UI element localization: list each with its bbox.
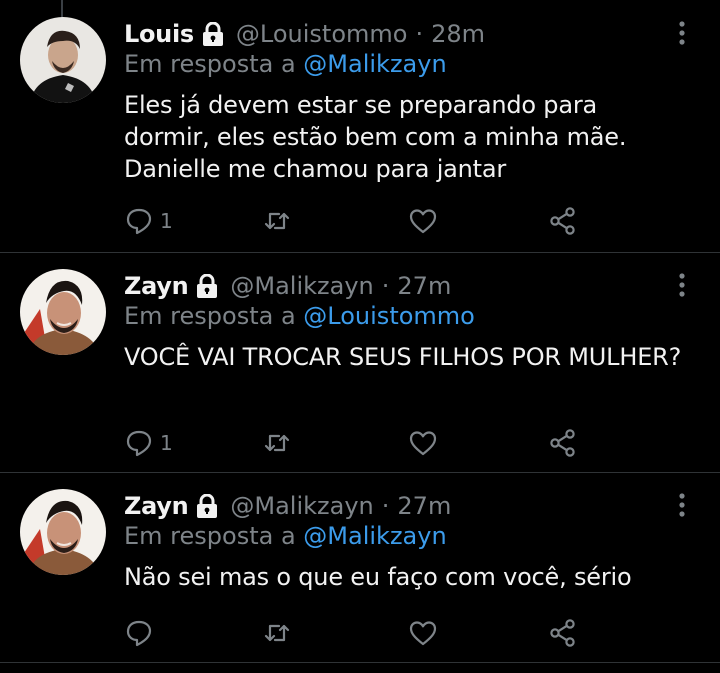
handle[interactable]: @Louistommo — [236, 20, 408, 48]
reply-context: Em resposta a @Malikzayn — [124, 50, 447, 78]
tweet-header: Zayn @Malikzayn · 27m — [124, 269, 451, 303]
reply-icon — [126, 620, 152, 647]
reply-context: Em resposta a @Malikzayn — [124, 522, 447, 550]
timestamp[interactable]: 28m — [431, 20, 485, 48]
tweet[interactable]: Zayn @Malikzayn · 27m Em resposta a @Lou… — [0, 252, 720, 472]
lock-icon — [202, 21, 224, 46]
handle[interactable]: @Malikzayn — [230, 492, 373, 520]
reply-mention-link[interactable]: @Louistommo — [303, 302, 475, 330]
action-bar: 1 — [0, 426, 720, 460]
lock-icon — [196, 493, 218, 518]
reply-mention-link[interactable]: @Malikzayn — [303, 50, 446, 78]
timestamp[interactable]: 27m — [397, 492, 451, 520]
action-bar — [0, 616, 720, 650]
share-icon — [550, 619, 575, 647]
action-bar: 1 — [0, 204, 720, 238]
avatar[interactable] — [20, 489, 106, 575]
reply-context: Em resposta a @Louistommo — [124, 302, 475, 330]
share-icon — [550, 207, 575, 235]
reply-button[interactable] — [124, 616, 160, 650]
retweet-button[interactable] — [262, 204, 292, 238]
more-vertical-icon[interactable] — [676, 492, 688, 520]
heart-icon — [409, 431, 437, 456]
display-name[interactable]: Zayn — [124, 492, 189, 520]
display-name[interactable]: Louis — [124, 20, 194, 48]
avatar[interactable] — [20, 17, 106, 103]
timestamp[interactable]: 27m — [397, 272, 451, 300]
reply-count: 1 — [160, 209, 173, 233]
reply-prefix: Em resposta a — [124, 302, 296, 330]
reply-prefix: Em resposta a — [124, 50, 296, 78]
like-button[interactable] — [408, 426, 438, 460]
divider — [0, 662, 720, 663]
reply-mention-link[interactable]: @Malikzayn — [303, 522, 446, 550]
reply-button[interactable]: 1 — [124, 426, 173, 460]
tweet-header: Zayn @Malikzayn · 27m — [124, 489, 451, 523]
tweet[interactable]: Zayn @Malikzayn · 27m Em resposta a @Mal… — [0, 472, 720, 662]
tweet-header: Louis @Louistommo · 28m — [124, 17, 485, 51]
share-button[interactable] — [548, 426, 578, 460]
retweet-icon — [264, 624, 290, 642]
separator-dot: · — [415, 20, 424, 48]
tweet-text: Eles já devem estar se preparando para d… — [124, 91, 627, 183]
reply-prefix: Em resposta a — [124, 522, 296, 550]
like-button[interactable] — [408, 616, 438, 650]
tweet-text: Não sei mas o que eu faço com você, séri… — [124, 563, 632, 591]
heart-icon — [409, 621, 437, 646]
more-vertical-icon[interactable] — [676, 20, 688, 48]
display-name[interactable]: Zayn — [124, 272, 189, 300]
like-button[interactable] — [408, 204, 438, 238]
retweet-icon — [264, 434, 290, 452]
share-button[interactable] — [548, 204, 578, 238]
reply-button[interactable]: 1 — [124, 204, 173, 238]
avatar[interactable] — [20, 269, 106, 355]
tweet-text: VOCÊ VAI TROCAR SEUS FILHOS POR MULHER? — [124, 343, 682, 371]
separator-dot: · — [381, 492, 390, 520]
share-button[interactable] — [548, 616, 578, 650]
more-vertical-icon[interactable] — [676, 272, 688, 300]
retweet-button[interactable] — [262, 616, 292, 650]
reply-icon — [126, 208, 152, 235]
reply-icon — [126, 430, 152, 457]
tweet[interactable]: Louis @Louistommo · 28m Em resposta a @M… — [0, 0, 720, 252]
share-icon — [550, 429, 575, 457]
lock-icon — [196, 273, 218, 298]
handle[interactable]: @Malikzayn — [230, 272, 373, 300]
separator-dot: · — [381, 272, 390, 300]
retweet-icon — [264, 212, 290, 230]
heart-icon — [409, 209, 437, 234]
reply-count: 1 — [160, 431, 173, 455]
retweet-button[interactable] — [262, 426, 292, 460]
